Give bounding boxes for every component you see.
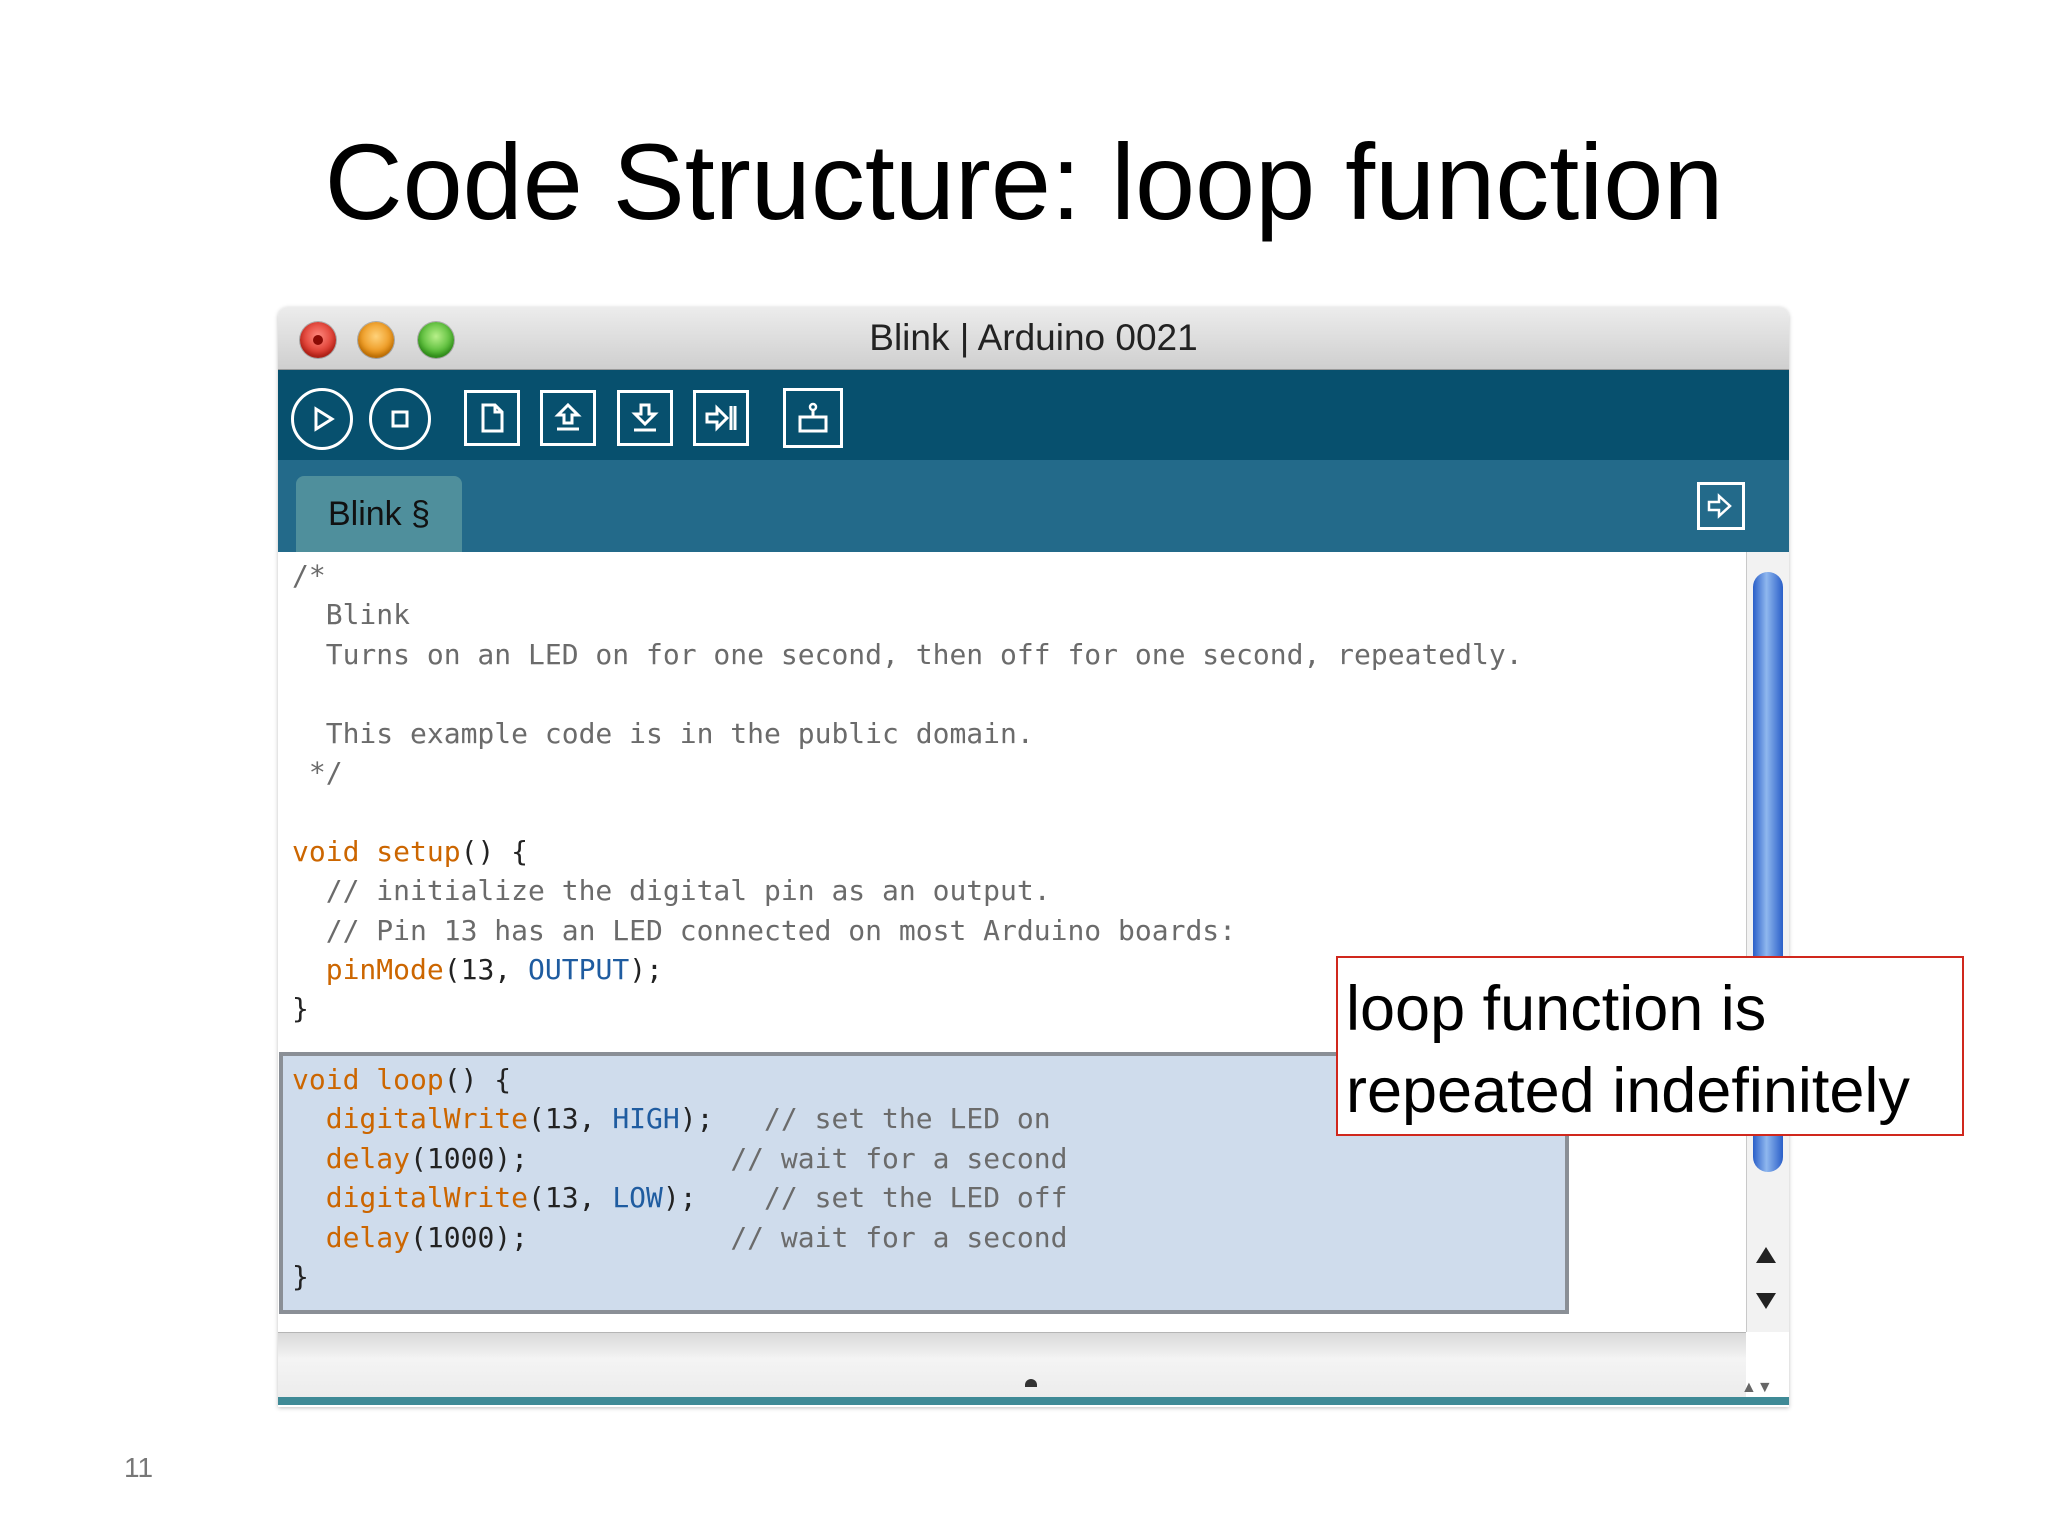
constant-output: OUTPUT bbox=[528, 953, 630, 987]
code-args: (1000); bbox=[410, 1141, 529, 1175]
resize-handle-icon[interactable]: ▲▼ bbox=[1741, 1379, 1773, 1397]
slide-title: Code Structure: loop function bbox=[324, 121, 1724, 242]
tab-menu-button[interactable] bbox=[1697, 482, 1745, 530]
verify-icon bbox=[314, 406, 335, 432]
function-delay: delay bbox=[325, 1220, 411, 1254]
code-editor[interactable]: /* Blink Turns on an LED on for one seco… bbox=[278, 552, 1746, 1332]
code-line: } bbox=[292, 992, 309, 1026]
stop-button[interactable] bbox=[369, 388, 431, 450]
arduino-ide-window: Blink | Arduino 0021 Blink § /* Blink Tu… bbox=[278, 307, 1789, 1407]
keyword-void: void bbox=[292, 834, 360, 868]
window-titlebar: Blink | Arduino 0021 bbox=[278, 307, 1789, 370]
function-setup: setup bbox=[376, 834, 461, 868]
tab-blink[interactable]: Blink § bbox=[296, 476, 462, 552]
arrow-right-icon bbox=[1707, 493, 1732, 519]
code-comment: // wait for a second bbox=[730, 1141, 1068, 1175]
code-args: (13, bbox=[443, 953, 529, 987]
code-punct: () { bbox=[443, 1063, 512, 1096]
code-comment: // set the LED off bbox=[764, 1181, 1068, 1215]
serial-monitor-button[interactable] bbox=[783, 388, 843, 448]
splitter-grip-icon[interactable] bbox=[1025, 1379, 1037, 1387]
stop-icon bbox=[391, 410, 409, 428]
upload-button[interactable] bbox=[693, 390, 749, 446]
code-comment: // set the LED on bbox=[764, 1102, 1051, 1136]
open-button[interactable] bbox=[540, 390, 596, 446]
code-line: /* bbox=[292, 559, 326, 592]
code-args: ); bbox=[629, 953, 663, 987]
open-icon bbox=[554, 402, 582, 431]
code-args: (13, bbox=[528, 1102, 613, 1136]
code-args: ); bbox=[679, 1102, 714, 1136]
code-args: (13, bbox=[528, 1181, 613, 1215]
callout-box: loop function is repeated indefinitely bbox=[1336, 956, 1964, 1136]
tab-bar: Blink § bbox=[278, 460, 1789, 552]
callout-line-2: repeated indefinitely bbox=[1346, 1056, 1910, 1126]
constant-low: LOW bbox=[612, 1181, 663, 1215]
verify-button[interactable] bbox=[291, 388, 353, 450]
function-digitalwrite: digitalWrite bbox=[325, 1181, 529, 1215]
code-line: Turns on an LED on for one second, then … bbox=[292, 637, 1523, 671]
code-line: Blink bbox=[292, 598, 411, 632]
upload-icon bbox=[705, 404, 737, 432]
tab-label: Blink § bbox=[327, 494, 431, 533]
function-loop: loop bbox=[376, 1063, 444, 1096]
constant-high: HIGH bbox=[612, 1102, 680, 1136]
code-loop: void loop() { digitalWrite(13, HIGH); //… bbox=[292, 1060, 1067, 1296]
vertical-scrollbar[interactable] bbox=[1746, 552, 1789, 1332]
message-area-divider[interactable] bbox=[278, 1332, 1746, 1398]
page-number: 11 bbox=[124, 1452, 154, 1483]
serial-monitor-icon bbox=[798, 402, 828, 433]
toolbar bbox=[278, 370, 1789, 460]
code-args: ); bbox=[662, 1181, 697, 1215]
code-line: // Pin 13 has an LED connected on most A… bbox=[292, 913, 1237, 947]
keyword-void: void bbox=[292, 1063, 360, 1096]
code-line: } bbox=[292, 1260, 309, 1294]
save-icon bbox=[631, 403, 659, 432]
code-line: This example code is in the public domai… bbox=[292, 716, 1034, 750]
scroll-down-icon[interactable] bbox=[1756, 1293, 1776, 1309]
new-button[interactable] bbox=[464, 390, 520, 446]
code-args: (1000); bbox=[410, 1220, 529, 1254]
function-digitalwrite: digitalWrite bbox=[325, 1102, 529, 1136]
console-divider bbox=[278, 1397, 1789, 1405]
callout-line-1: loop function is bbox=[1346, 974, 1767, 1044]
code-line: */ bbox=[292, 756, 343, 790]
code-comment: // wait for a second bbox=[730, 1220, 1068, 1254]
function-delay: delay bbox=[325, 1141, 411, 1175]
window-title: Blink | Arduino 0021 bbox=[869, 317, 1198, 358]
function-pinmode: pinMode bbox=[325, 953, 444, 987]
code-line: // initialize the digital pin as an outp… bbox=[292, 874, 1051, 908]
save-button[interactable] bbox=[617, 390, 673, 446]
new-icon bbox=[481, 403, 504, 433]
code-punct: () { bbox=[460, 834, 529, 868]
scroll-up-icon[interactable] bbox=[1756, 1247, 1776, 1263]
